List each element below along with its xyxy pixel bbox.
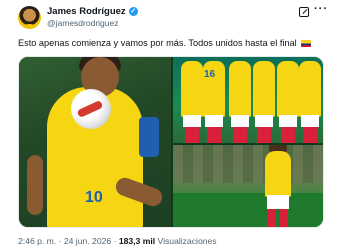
avatar[interactable] — [18, 6, 41, 29]
separator: · — [111, 236, 119, 246]
tweet-time[interactable]: 2:46 p. m. — [18, 236, 56, 246]
tweet-meta: 2:46 p. m. · 24 jun. 2026 · 183,3 mil Vi… — [18, 236, 217, 246]
grok-icon[interactable] — [299, 7, 309, 17]
views-count: 183,3 mil — [118, 236, 156, 246]
separator: · — [56, 236, 64, 246]
photo-team-huddle[interactable]: 16 — [173, 57, 323, 143]
author-handle[interactable]: @jamesdrodriguez — [47, 18, 118, 28]
author-name-row[interactable]: James Rodríguez ✓ — [47, 6, 138, 17]
more-options-icon[interactable]: ··· — [314, 3, 328, 15]
colombia-flag-icon — [301, 40, 312, 47]
tweet-header: James Rodríguez ✓ @jamesdrodriguez ··· — [0, 0, 350, 38]
tweet-text: Esto apenas comienza y vamos por más. To… — [18, 38, 338, 48]
author-name[interactable]: James Rodríguez — [47, 6, 126, 17]
media-grid: 10 16 — [18, 56, 324, 228]
views-label: Visualizaciones — [155, 236, 217, 246]
photo-kissing-ball[interactable]: 10 — [19, 57, 171, 227]
verified-badge-icon: ✓ — [128, 7, 138, 16]
soccer-ball-icon — [71, 89, 111, 129]
tweet-body: Esto apenas comienza y vamos por más. To… — [18, 38, 297, 48]
tweet-date[interactable]: 24 jun. 2026 — [64, 236, 111, 246]
photo-player-walking[interactable] — [173, 145, 323, 227]
